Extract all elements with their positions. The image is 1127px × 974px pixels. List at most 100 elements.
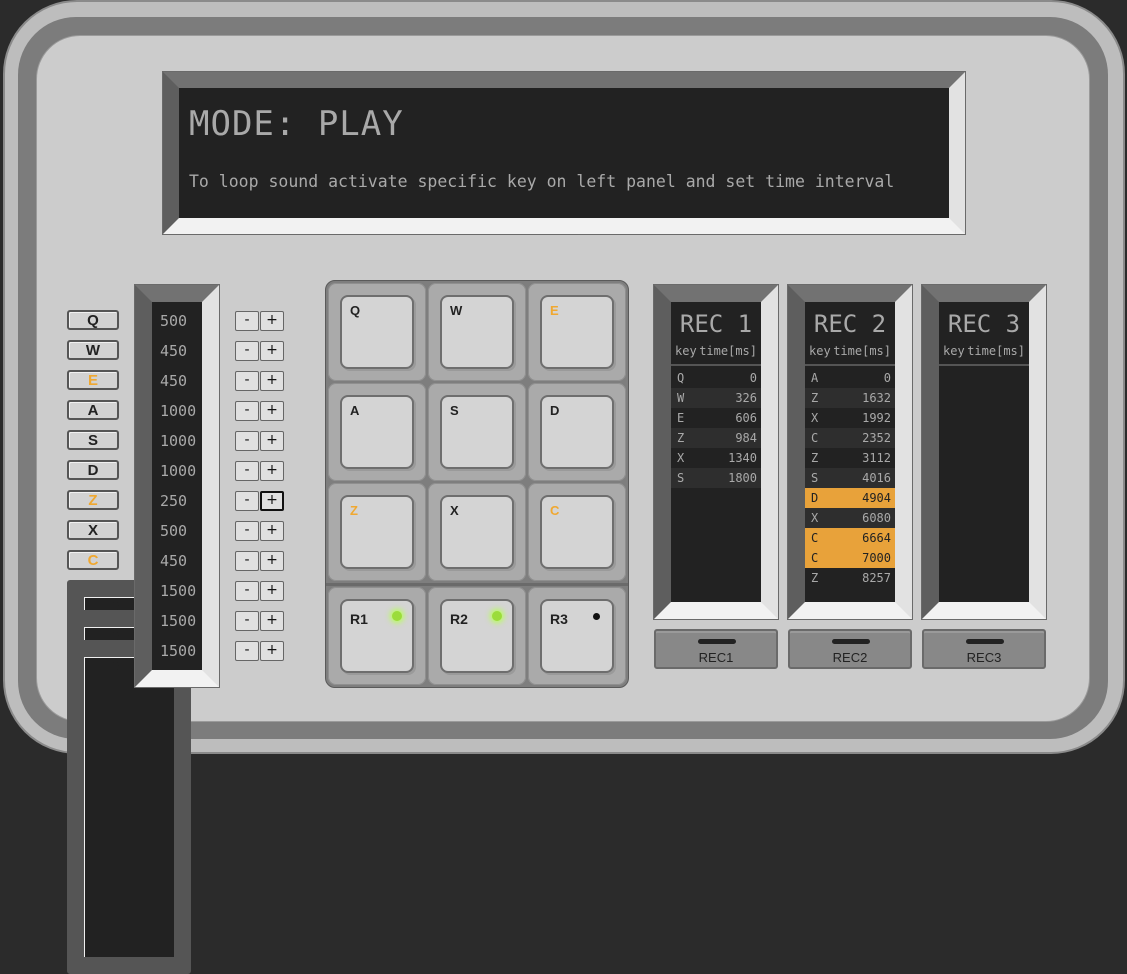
row-key: Z	[677, 431, 685, 445]
decrease-button[interactable]: -	[235, 551, 259, 571]
increase-button[interactable]: +	[260, 371, 284, 391]
pad-key-z[interactable]: Z	[340, 495, 414, 569]
pad-cell: R3	[528, 587, 626, 685]
row-time: 1340	[728, 451, 757, 465]
interval-value: 450	[160, 372, 188, 390]
button-slot	[832, 639, 870, 644]
row-key: Z	[811, 391, 819, 405]
row-key: A	[811, 371, 819, 385]
increase-button[interactable]: +	[260, 611, 284, 631]
pad-key-w[interactable]: W	[440, 295, 514, 369]
pad-key-e[interactable]: E	[540, 295, 614, 369]
pad-key-d[interactable]: D	[540, 395, 614, 469]
increase-button[interactable]: +	[260, 341, 284, 361]
key-label-d: D	[67, 460, 119, 480]
mode-title: MODE: PLAY	[189, 104, 404, 144]
decrease-button[interactable]: -	[235, 581, 259, 601]
decrease-button[interactable]: -	[235, 521, 259, 541]
pad-key-r2[interactable]: R2	[440, 599, 514, 673]
recording-title: REC 2	[813, 310, 887, 338]
pad-separator	[326, 583, 628, 586]
row-time: 0	[883, 371, 891, 385]
record-button-1[interactable]: REC1	[654, 629, 778, 669]
decrease-button[interactable]: -	[235, 341, 259, 361]
row-key: E	[677, 411, 685, 425]
recording-row: Z 3112	[805, 448, 895, 468]
row-key: C	[811, 551, 819, 565]
interval-stepper: - +	[235, 611, 285, 631]
record-button-2[interactable]: REC2	[788, 629, 912, 669]
pad-key-r3[interactable]: R3	[540, 599, 614, 673]
increase-button[interactable]: +	[260, 521, 284, 541]
key-label-s: S	[67, 430, 119, 450]
interval-display: 500 450 450 1000 1000 1000 250 500 450 1500 1500 15…	[134, 284, 220, 688]
key-column-header: key	[809, 344, 831, 358]
interval-stepper: - +	[235, 491, 285, 511]
increase-button[interactable]: +	[260, 461, 284, 481]
pad-cell: D	[528, 383, 626, 481]
row-time: 6080	[862, 511, 891, 525]
pad-cell: R2	[428, 587, 526, 685]
recording-row: A0	[805, 368, 895, 388]
decrease-button[interactable]: -	[235, 371, 259, 391]
lcd-display: MODE: PLAY To loop sound activate specif…	[162, 71, 966, 235]
recording-row: W 326	[671, 388, 761, 408]
pad-cell: E	[528, 283, 626, 381]
row-key: Z	[811, 571, 819, 585]
pad-key-a[interactable]: A	[340, 395, 414, 469]
recording-title: REC 1	[679, 310, 753, 338]
row-time: 4904	[862, 491, 891, 505]
increase-button[interactable]: +	[260, 491, 284, 511]
pad-key-label: W	[450, 303, 463, 318]
interval-stepper: - +	[235, 521, 285, 541]
increase-button[interactable]: +	[260, 581, 284, 601]
record-button-label: REC2	[832, 650, 868, 665]
recording-row: X 1992	[805, 408, 895, 428]
decrease-button[interactable]: -	[235, 491, 259, 511]
increase-button[interactable]: +	[260, 551, 284, 571]
pad-key-label: Z	[350, 503, 358, 518]
row-key: X	[677, 451, 685, 465]
recording-row: X 6080	[805, 508, 895, 528]
pad-key-label: X	[450, 503, 459, 518]
pad-key-c[interactable]: C	[540, 495, 614, 569]
pad-key-r1[interactable]: R1	[340, 599, 414, 673]
decrease-button[interactable]: -	[235, 401, 259, 421]
row-key: X	[811, 511, 819, 525]
row-time: 7000	[862, 551, 891, 565]
decrease-button[interactable]: -	[235, 611, 259, 631]
decrease-button[interactable]: -	[235, 641, 259, 661]
recording-row: Z 1632	[805, 388, 895, 408]
key-label-x: X	[67, 520, 119, 540]
decrease-button[interactable]: -	[235, 431, 259, 451]
pad-key-x[interactable]: X	[440, 495, 514, 569]
led-indicator	[593, 613, 600, 620]
recording-row: E 606	[671, 408, 761, 428]
recording-row: X 1340	[671, 448, 761, 468]
pad-key-s[interactable]: S	[440, 395, 514, 469]
interval-value: 1500	[160, 582, 197, 600]
led-indicator	[392, 611, 402, 621]
pad-key-q[interactable]: Q	[340, 295, 414, 369]
increase-button[interactable]: +	[260, 641, 284, 661]
row-time: 1632	[862, 391, 891, 405]
increase-button[interactable]: +	[260, 431, 284, 451]
key-label-q: Q	[67, 310, 119, 330]
row-key: C	[811, 531, 819, 545]
row-key: S	[811, 471, 819, 485]
row-key: S	[677, 471, 685, 485]
interval-value: 500	[160, 312, 188, 330]
decrease-button[interactable]: -	[235, 461, 259, 481]
decrease-button[interactable]: -	[235, 311, 259, 331]
row-key: X	[811, 411, 819, 425]
record-button-3[interactable]: REC3	[922, 629, 1046, 669]
recording-row: C 6664	[805, 528, 895, 548]
interval-stepper: - +	[235, 401, 285, 421]
increase-button[interactable]: +	[260, 311, 284, 331]
interval-stepper: - +	[235, 581, 285, 601]
row-time: 0	[749, 371, 757, 385]
mode-message: To loop sound activate specific key on l…	[189, 172, 895, 191]
increase-button[interactable]: +	[260, 401, 284, 421]
pad-cell: X	[428, 483, 526, 581]
led-indicator	[492, 611, 502, 621]
